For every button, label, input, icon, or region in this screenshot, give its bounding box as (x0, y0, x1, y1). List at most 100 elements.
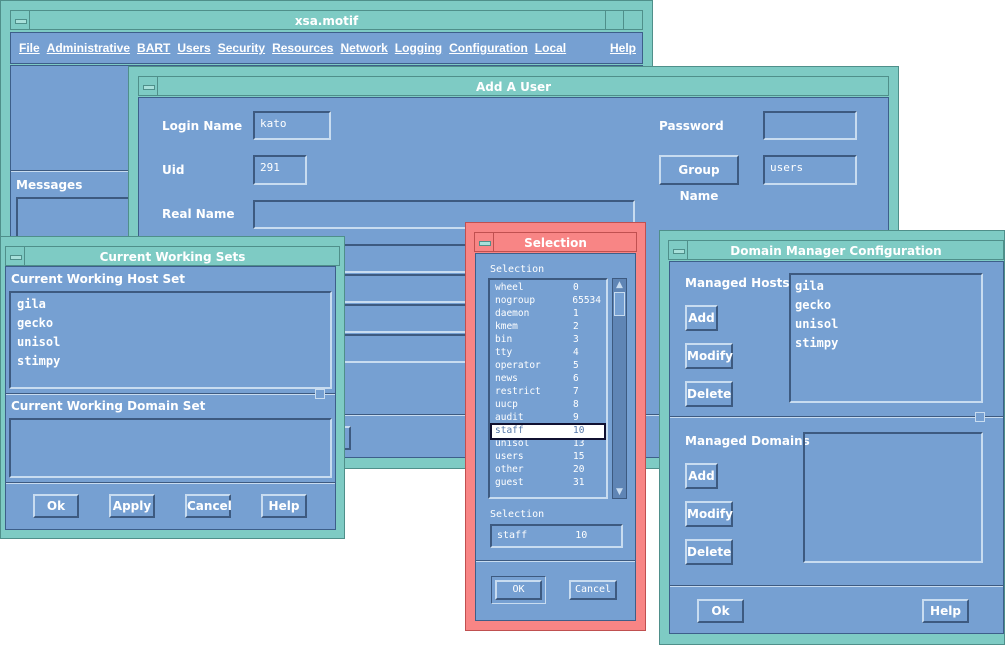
selection-input[interactable]: staff 10 (490, 524, 623, 548)
scroll-thumb[interactable] (614, 292, 625, 316)
window-menu-icon[interactable] (475, 233, 494, 251)
help-button[interactable]: Help (261, 494, 307, 518)
host-set-label: Current Working Host Set (11, 272, 186, 286)
list-item[interactable]: other 20 (492, 464, 604, 477)
host-item[interactable]: stimpy (795, 336, 977, 355)
list-item[interactable]: restrict 7 (492, 386, 604, 399)
managed-hosts-list[interactable]: gila gecko unisol stimpy (789, 273, 983, 403)
messages-label: Messages (16, 178, 83, 192)
host-item[interactable]: unisol (17, 335, 324, 354)
cancel-button[interactable]: Cancel (185, 494, 232, 518)
working-sets-title: Current Working Sets (99, 250, 246, 264)
list-item[interactable]: tty 4 (492, 347, 604, 360)
menu-configuration[interactable]: Configuration (449, 41, 528, 55)
menu-logging[interactable]: Logging (395, 41, 442, 55)
domain-manager-title: Domain Manager Configuration (730, 244, 942, 258)
group-input[interactable]: users (763, 155, 857, 185)
selection-dialog: Selection Selection wheel 0 nogroup 65534 … (465, 222, 646, 631)
menu-security[interactable]: Security (218, 41, 265, 55)
list-item-selected[interactable]: staff 10 (490, 423, 606, 440)
uid-input[interactable]: 291 (253, 155, 307, 185)
main-title: xsa.motif (294, 14, 359, 28)
hosts-modify-button[interactable]: Modify (685, 343, 733, 369)
ok-button[interactable]: Ok (697, 599, 744, 623)
managed-hosts-label: Managed Hosts (685, 276, 790, 290)
scrollbar[interactable]: ▲ ▼ (612, 278, 627, 499)
pane-sash[interactable] (315, 389, 325, 399)
window-menu-icon[interactable] (6, 247, 25, 265)
domains-modify-button[interactable]: Modify (685, 501, 733, 527)
list-item[interactable]: bin 3 (492, 334, 604, 347)
menu-local[interactable]: Local (535, 41, 566, 55)
real-name-label: Real Name (162, 207, 235, 221)
domains-delete-button[interactable]: Delete (685, 539, 733, 565)
selection-list[interactable]: wheel 0 nogroup 65534 daemon 1 kmem 2 bin 3 t… (488, 278, 608, 499)
list-item[interactable]: users 15 (492, 451, 604, 464)
add-user-title-bar[interactable]: Add A User (138, 76, 889, 96)
menu-resources[interactable]: Resources (272, 41, 333, 55)
host-item[interactable]: gila (795, 279, 977, 298)
hosts-add-button[interactable]: Add (685, 305, 718, 331)
login-name-label: Login Name (162, 119, 243, 133)
login-name-input[interactable]: kato (253, 111, 331, 140)
menu-network[interactable]: Network (340, 41, 387, 55)
minimize-icon[interactable] (605, 11, 624, 29)
working-sets-title-bar[interactable]: Current Working Sets (5, 246, 340, 266)
managed-domains-label: Managed Domains (685, 434, 810, 448)
working-sets-window: Current Working Sets Current Working Hos… (0, 236, 345, 539)
pane-sash[interactable] (975, 412, 985, 422)
host-set-list[interactable]: gila gecko unisol stimpy (9, 291, 332, 389)
list-item[interactable]: daemon 1 (492, 308, 604, 321)
password-label: Password (659, 119, 724, 133)
host-item[interactable]: stimpy (17, 354, 324, 373)
apply-button[interactable]: Apply (109, 494, 155, 518)
menu-bar: File Administrative BART Users Security Resou… (10, 32, 643, 64)
help-button[interactable]: Help (922, 599, 969, 623)
host-item[interactable]: unisol (795, 317, 977, 336)
menu-administrative[interactable]: Administrative (47, 41, 130, 55)
domain-manager-body: Managed Hosts gila gecko unisol stimpy A… (669, 261, 1004, 634)
selection-list-label: Selection (490, 264, 545, 275)
list-item[interactable]: guest 31 (492, 477, 604, 490)
window-menu-icon[interactable] (139, 77, 158, 95)
list-item[interactable]: unisol 13 (492, 438, 604, 451)
selection-field-label: Selection (490, 509, 545, 520)
list-item[interactable]: kmem 2 (492, 321, 604, 334)
selection-title: Selection (524, 236, 587, 250)
domain-set-list[interactable] (9, 418, 332, 478)
managed-domains-list[interactable] (803, 432, 983, 563)
scroll-down-arrow-icon[interactable]: ▼ (613, 486, 626, 498)
cancel-button[interactable]: Cancel (569, 580, 617, 600)
list-item[interactable]: audit 9 (492, 412, 604, 425)
selection-title-bar[interactable]: Selection (474, 232, 637, 252)
uid-label: Uid (162, 163, 185, 177)
menu-users[interactable]: Users (177, 41, 210, 55)
host-item[interactable]: gila (17, 297, 324, 316)
password-input[interactable] (763, 111, 857, 140)
host-item[interactable]: gecko (17, 316, 324, 335)
host-item[interactable]: gecko (795, 298, 977, 317)
list-item[interactable]: news 6 (492, 373, 604, 386)
scroll-up-arrow-icon[interactable]: ▲ (613, 279, 626, 291)
domain-manager-title-bar[interactable]: Domain Manager Configuration (668, 240, 1004, 260)
maximize-icon[interactable] (623, 11, 642, 29)
group-name-button[interactable]: Group Name (659, 155, 739, 203)
menu-file[interactable]: File (19, 41, 40, 55)
list-item[interactable]: nogroup 65534 (492, 295, 604, 308)
working-sets-body: Current Working Host Set gila gecko unis… (5, 266, 336, 530)
list-item[interactable]: wheel 0 (492, 282, 604, 295)
main-title-bar[interactable]: xsa.motif (10, 10, 643, 30)
domain-manager-window: Domain Manager Configuration Managed Hos… (659, 230, 1005, 645)
window-menu-icon[interactable] (669, 241, 688, 259)
list-item[interactable]: uucp 8 (492, 399, 604, 412)
menu-bart[interactable]: BART (137, 41, 170, 55)
ok-button[interactable]: OK (495, 580, 542, 600)
list-item[interactable]: operator 5 (492, 360, 604, 373)
domains-add-button[interactable]: Add (685, 463, 718, 489)
domain-set-label: Current Working Domain Set (11, 399, 206, 413)
menu-help[interactable]: Help (603, 33, 642, 63)
selection-body: Selection wheel 0 nogroup 65534 daemon 1 km… (475, 253, 636, 621)
ok-button[interactable]: Ok (33, 494, 79, 518)
window-menu-icon[interactable] (11, 11, 30, 29)
hosts-delete-button[interactable]: Delete (685, 381, 733, 407)
